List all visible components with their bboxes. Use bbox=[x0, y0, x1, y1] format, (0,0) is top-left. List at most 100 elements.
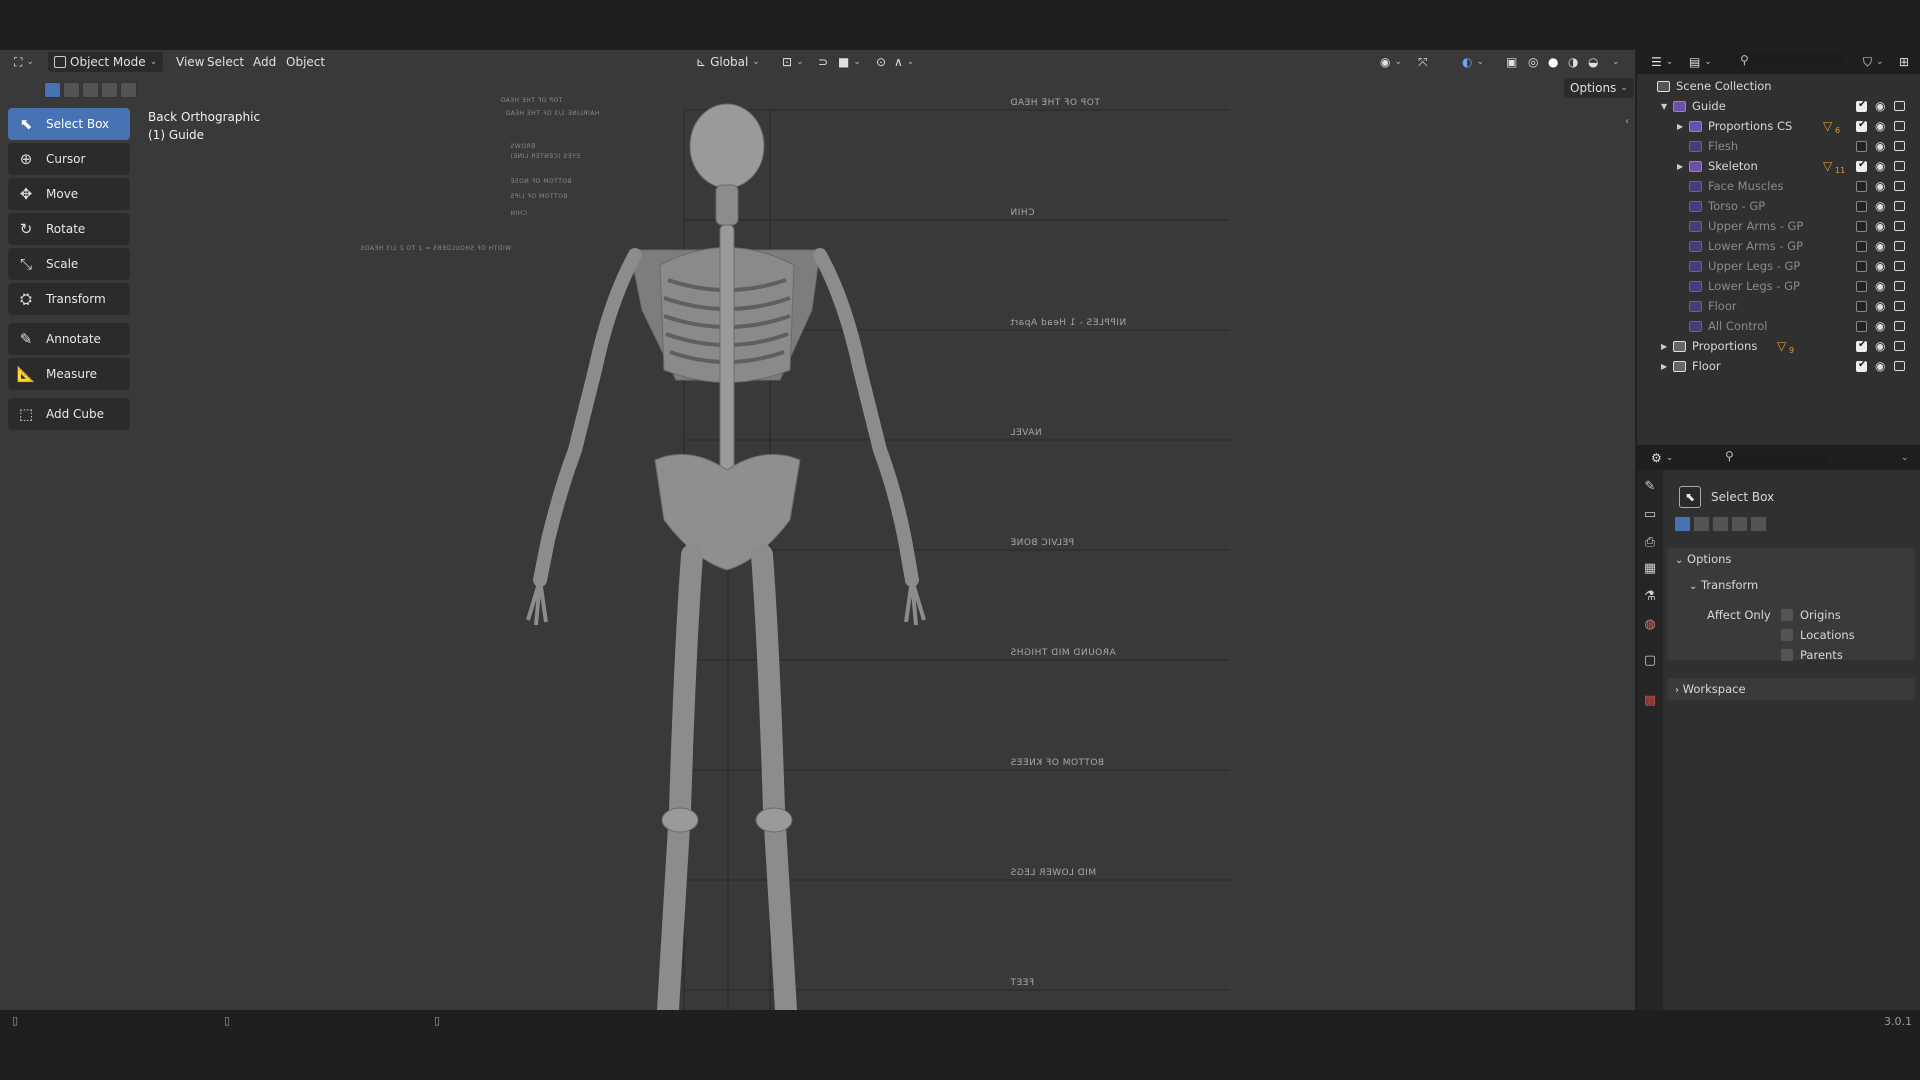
exclude-checkbox[interactable] bbox=[1856, 320, 1867, 332]
properties-editor-type[interactable]: ⚙ ⌄ bbox=[1645, 448, 1679, 468]
mode-dropdown[interactable]: Object Mode ⌄ bbox=[48, 52, 164, 72]
render-tab-icon[interactable]: ▭ bbox=[1642, 506, 1658, 522]
eye-icon[interactable]: ◉ bbox=[1875, 119, 1885, 133]
properties-search-input[interactable]: ⚲ bbox=[1719, 449, 1829, 467]
eye-icon[interactable]: ◉ bbox=[1875, 359, 1885, 373]
outliner-row[interactable]: Face Muscles ◉ bbox=[1637, 176, 1920, 196]
gizmo-toggle[interactable]: ⤧ bbox=[1412, 52, 1434, 72]
eye-icon[interactable]: ◉ bbox=[1875, 159, 1885, 173]
mode-set-button[interactable] bbox=[44, 82, 61, 98]
outliner-row[interactable]: Upper Legs - GP ◉ bbox=[1637, 256, 1920, 276]
eye-icon[interactable]: ◉ bbox=[1875, 259, 1885, 273]
mode-intersect-button[interactable] bbox=[1750, 516, 1767, 532]
snap-toggle[interactable]: ⊃ bbox=[812, 52, 834, 72]
camera-icon[interactable] bbox=[1894, 161, 1905, 171]
texture-tab-icon[interactable]: ▩ bbox=[1642, 692, 1658, 708]
falloff-dropdown[interactable]: ∧ ⌄ bbox=[888, 52, 920, 72]
tool-tab-icon[interactable]: ✎ bbox=[1642, 478, 1658, 494]
mode-intersect-button[interactable] bbox=[120, 82, 137, 98]
new-collection-button[interactable]: ⊞ bbox=[1893, 52, 1915, 72]
exclude-checkbox[interactable] bbox=[1856, 200, 1867, 212]
eye-icon[interactable]: ◉ bbox=[1875, 199, 1885, 213]
expand-right-icon[interactable]: ▶ bbox=[1661, 342, 1667, 351]
outliner-row[interactable]: Flesh ◉ bbox=[1637, 136, 1920, 156]
tool-rotate[interactable]: ↻ Rotate bbox=[8, 213, 130, 245]
pivot-dropdown[interactable]: ⊡ ⌄ bbox=[776, 52, 810, 72]
exclude-checkbox[interactable] bbox=[1856, 280, 1867, 292]
eye-icon[interactable]: ◉ bbox=[1875, 299, 1885, 313]
eye-icon[interactable]: ◉ bbox=[1875, 319, 1885, 333]
outliner-row[interactable]: All Control ◉ bbox=[1637, 316, 1920, 336]
workspace-panel-header[interactable]: › Workspace bbox=[1675, 682, 1746, 696]
exclude-checkbox[interactable] bbox=[1856, 300, 1867, 312]
orientation-dropdown[interactable]: ⊾ Global ⌄ bbox=[690, 52, 766, 72]
exclude-checkbox[interactable] bbox=[1856, 180, 1867, 192]
exclude-checkbox[interactable] bbox=[1856, 359, 1867, 372]
view-layer-tab-icon[interactable]: ▦ bbox=[1642, 560, 1658, 576]
overlay-toggle[interactable]: ◐ ⌄ bbox=[1456, 52, 1490, 72]
outliner-row[interactable]: Upper Arms - GP ◉ bbox=[1637, 216, 1920, 236]
exclude-checkbox[interactable] bbox=[1856, 220, 1867, 232]
outliner-row[interactable]: Torso - GP ◉ bbox=[1637, 196, 1920, 216]
sidebar-toggle-icon[interactable]: ‹ bbox=[1625, 116, 1629, 127]
exclude-checkbox[interactable] bbox=[1856, 339, 1867, 352]
outliner-editor-type[interactable]: ☰ ⌄ bbox=[1645, 52, 1679, 72]
outliner-row[interactable]: ▶ Proportions CS ▽6 ◉ bbox=[1637, 116, 1920, 136]
eye-icon[interactable]: ◉ bbox=[1875, 339, 1885, 353]
outliner-row[interactable]: Floor ◉ bbox=[1637, 296, 1920, 316]
eye-icon[interactable]: ◉ bbox=[1875, 179, 1885, 193]
camera-icon[interactable] bbox=[1894, 341, 1905, 351]
eye-icon[interactable]: ◉ bbox=[1875, 219, 1885, 233]
mode-extend-button[interactable] bbox=[63, 82, 80, 98]
camera-icon[interactable] bbox=[1894, 301, 1905, 311]
menu-object[interactable]: Object bbox=[280, 52, 331, 72]
scene-collection-row[interactable]: Scene Collection bbox=[1637, 76, 1920, 96]
locations-checkbox[interactable] bbox=[1781, 629, 1793, 641]
parents-checkbox[interactable] bbox=[1781, 649, 1793, 661]
mode-set-button[interactable] bbox=[1674, 516, 1691, 532]
eye-icon[interactable]: ◉ bbox=[1875, 99, 1885, 113]
visibility-dropdown[interactable]: ◉ ⌄ bbox=[1374, 52, 1408, 72]
eye-icon[interactable]: ◉ bbox=[1875, 239, 1885, 253]
exclude-checkbox[interactable] bbox=[1856, 240, 1867, 252]
eye-icon[interactable]: ◉ bbox=[1875, 139, 1885, 153]
outliner-row[interactable]: ▼ Guide ◉ bbox=[1637, 96, 1920, 116]
snap-dropdown[interactable]: ■ ⌄ bbox=[832, 52, 867, 72]
camera-icon[interactable] bbox=[1894, 221, 1905, 231]
camera-icon[interactable] bbox=[1894, 321, 1905, 331]
editor-type-button[interactable]: ⛶ ⌄ bbox=[8, 52, 40, 72]
menu-select[interactable]: Select bbox=[201, 52, 250, 72]
expand-right-icon[interactable]: ▶ bbox=[1661, 362, 1667, 371]
output-tab-icon[interactable]: ⎙ bbox=[1642, 534, 1658, 550]
camera-icon[interactable] bbox=[1894, 261, 1905, 271]
mode-subtract-button[interactable] bbox=[82, 82, 99, 98]
exclude-checkbox[interactable] bbox=[1856, 140, 1867, 152]
tool-annotate[interactable]: ✎ Annotate bbox=[8, 323, 130, 355]
tool-transform[interactable]: ⛭ Transform bbox=[8, 283, 130, 315]
shading-dropdown[interactable]: ⌄ bbox=[1606, 52, 1626, 72]
options-panel-header[interactable]: ⌄ Options bbox=[1675, 552, 1731, 566]
outliner-search-input[interactable]: ⚲ bbox=[1734, 53, 1844, 71]
outliner-row[interactable]: ▶ Floor ◉ bbox=[1637, 356, 1920, 376]
tool-cursor[interactable]: ⊕ Cursor bbox=[8, 143, 130, 175]
filter-dropdown[interactable]: ⛉ ⌄ bbox=[1857, 52, 1890, 72]
shading-rendered[interactable]: ◒ bbox=[1582, 52, 1604, 72]
exclude-checkbox[interactable] bbox=[1856, 159, 1867, 172]
display-mode-dropdown[interactable]: ▤ ⌄ bbox=[1683, 52, 1718, 72]
camera-icon[interactable] bbox=[1894, 361, 1905, 371]
mode-invert-button[interactable] bbox=[101, 82, 118, 98]
camera-icon[interactable] bbox=[1894, 181, 1905, 191]
options-dropdown[interactable]: Options ⌄ bbox=[1564, 78, 1634, 98]
exclude-checkbox[interactable] bbox=[1856, 260, 1867, 272]
tool-move[interactable]: ✥ Move bbox=[8, 178, 130, 210]
collection-tab-icon[interactable]: ▢ bbox=[1642, 652, 1658, 668]
xray-toggle[interactable]: ▣ bbox=[1500, 52, 1523, 72]
expand-right-icon[interactable]: ▶ bbox=[1677, 122, 1683, 131]
3d-viewport[interactable]: TOP OF THE HEAD CHIN NIPPLES - 1 Head Apar… bbox=[0, 50, 1636, 1010]
outliner-row[interactable]: ▶ Proportions ▽9 ◉ bbox=[1637, 336, 1920, 356]
tool-select-box[interactable]: ⬉ Select Box bbox=[8, 108, 130, 140]
exclude-checkbox[interactable] bbox=[1856, 119, 1867, 132]
eye-icon[interactable]: ◉ bbox=[1875, 279, 1885, 293]
outliner-row[interactable]: Lower Arms - GP ◉ bbox=[1637, 236, 1920, 256]
expand-down-icon[interactable]: ▼ bbox=[1661, 102, 1667, 111]
